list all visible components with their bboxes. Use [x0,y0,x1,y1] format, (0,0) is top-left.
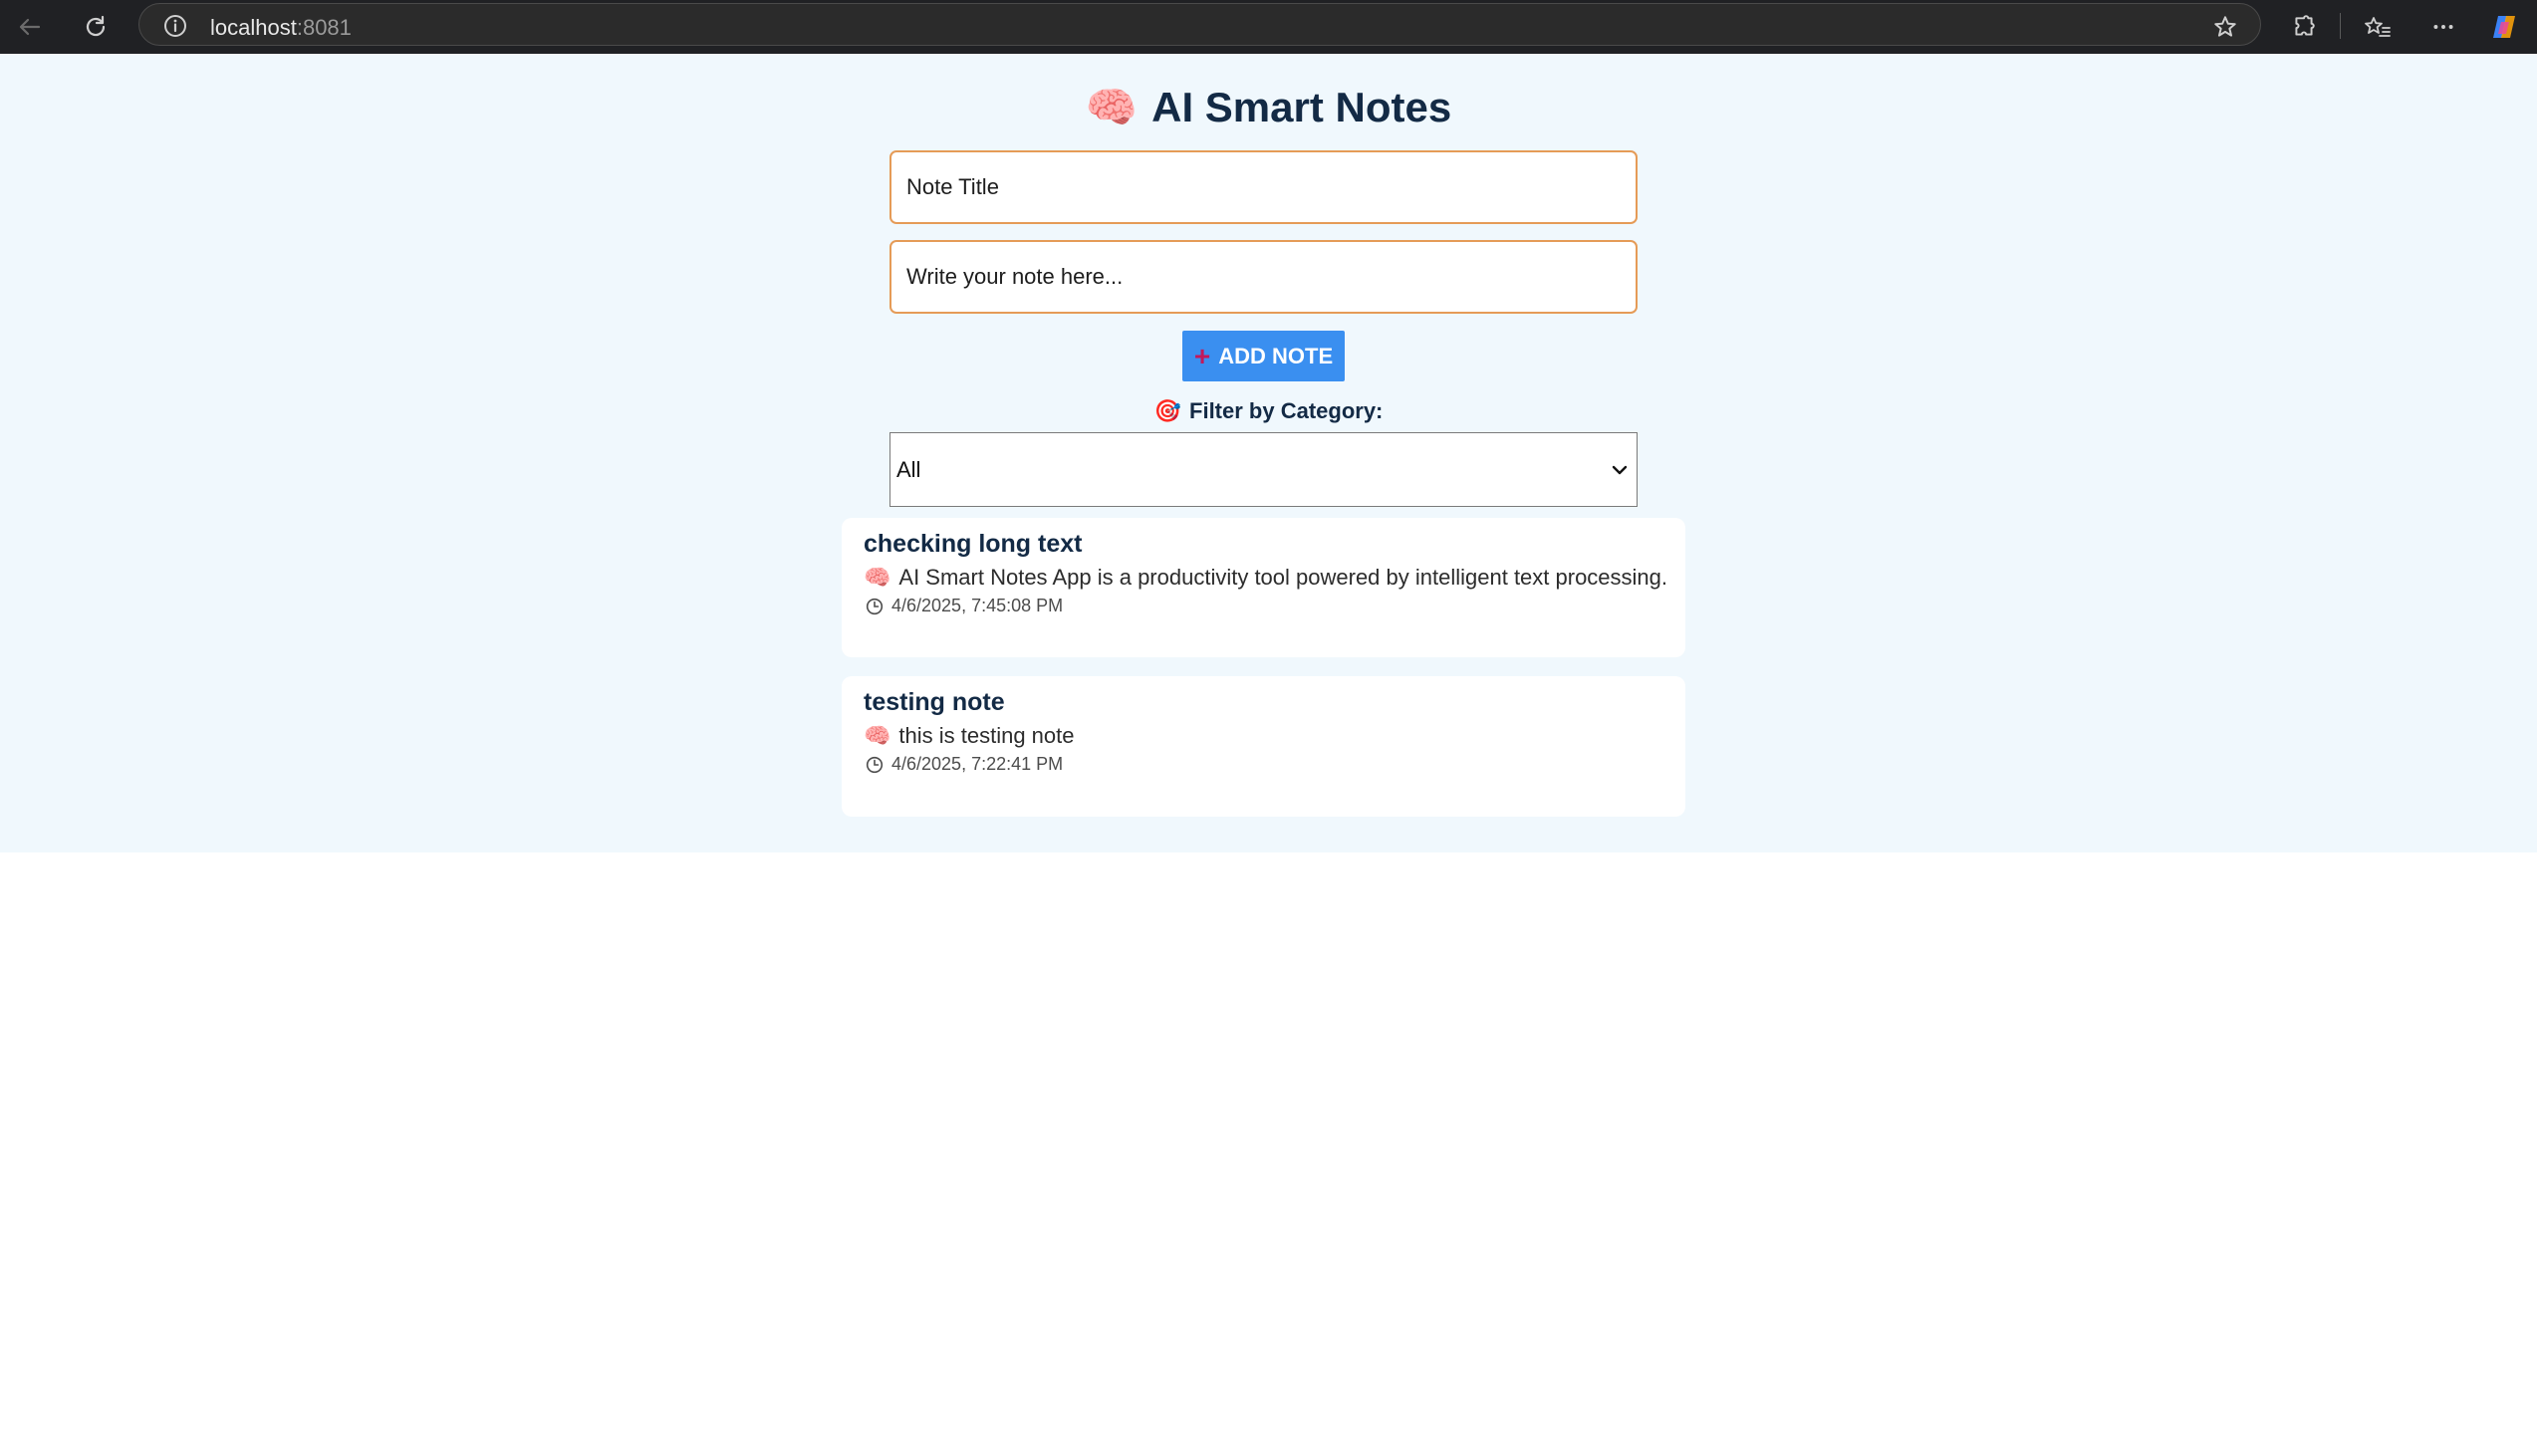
note-body: 🧠 this is testing note [864,723,1075,749]
favorites-list-icon [2365,17,2391,37]
url-text: localhost:8081 [210,15,352,41]
note-timestamp-text: 4/6/2025, 7:22:41 PM [891,754,1064,774]
site-info-icon[interactable] [163,14,187,38]
brain-icon: 🧠 [1085,84,1139,130]
note-card[interactable]: checking long text 🧠 AI Smart Notes App i… [842,518,1685,657]
brain-icon: 🧠 [864,565,891,590]
toolbar-divider [2340,13,2341,39]
note-title: testing note [864,688,1005,716]
favorites-button[interactable] [2360,9,2396,45]
favorite-star-icon[interactable] [2212,14,2238,40]
more-dots-icon [2433,25,2453,29]
copilot-icon [2493,16,2515,38]
note-body-text: this is testing note [898,723,1075,748]
note-body: 🧠 AI Smart Notes App is a productivity to… [864,565,1667,591]
more-menu-button[interactable] [2425,9,2461,45]
note-timestamp: 4/6/2025, 7:45:08 PM [866,596,1063,616]
url-port: :8081 [296,15,352,40]
back-arrow-icon [19,18,41,36]
filter-label: 🎯 Filter by Category: [0,398,2537,424]
puzzle-icon [2295,15,2315,36]
extensions-button[interactable] [2286,9,2322,45]
filter-label-text: Filter by Category: [1189,398,1384,423]
note-title: checking long text [864,530,1083,558]
note-title-input[interactable] [889,150,1638,224]
address-bar[interactable]: localhost:8081 [138,3,2261,46]
url-host: localhost [210,15,297,40]
page-title: 🧠 AI Smart Notes [0,84,2537,132]
add-note-button[interactable]: + ADD NOTE [1182,331,1345,381]
reload-icon [86,15,106,37]
clock-icon [866,756,884,773]
page-title-text: AI Smart Notes [1151,84,1452,130]
clock-icon [866,598,884,614]
note-card[interactable]: testing note 🧠 this is testing note 4/6/2… [842,676,1685,817]
copilot-button[interactable] [2486,9,2522,45]
category-select[interactable]: All [889,432,1638,507]
note-timestamp-text: 4/6/2025, 7:45:08 PM [891,596,1064,615]
browser-toolbar: localhost:8081 [0,0,2537,54]
note-body-input[interactable] [889,240,1638,314]
note-timestamp: 4/6/2025, 7:22:41 PM [866,754,1063,775]
brain-icon: 🧠 [864,723,891,748]
chevron-down-icon [1612,465,1628,475]
target-icon: 🎯 [1153,398,1182,423]
reload-button[interactable] [78,9,114,45]
category-select-value: All [896,457,921,482]
plus-icon: + [1193,340,1211,371]
add-note-label: ADD NOTE [1218,343,1334,368]
note-body-text: AI Smart Notes App is a productivity too… [898,565,1668,590]
back-button[interactable] [12,9,48,45]
app-page: 🧠 AI Smart Notes + ADD NOTE 🎯 Filter by Ca… [0,54,2537,852]
